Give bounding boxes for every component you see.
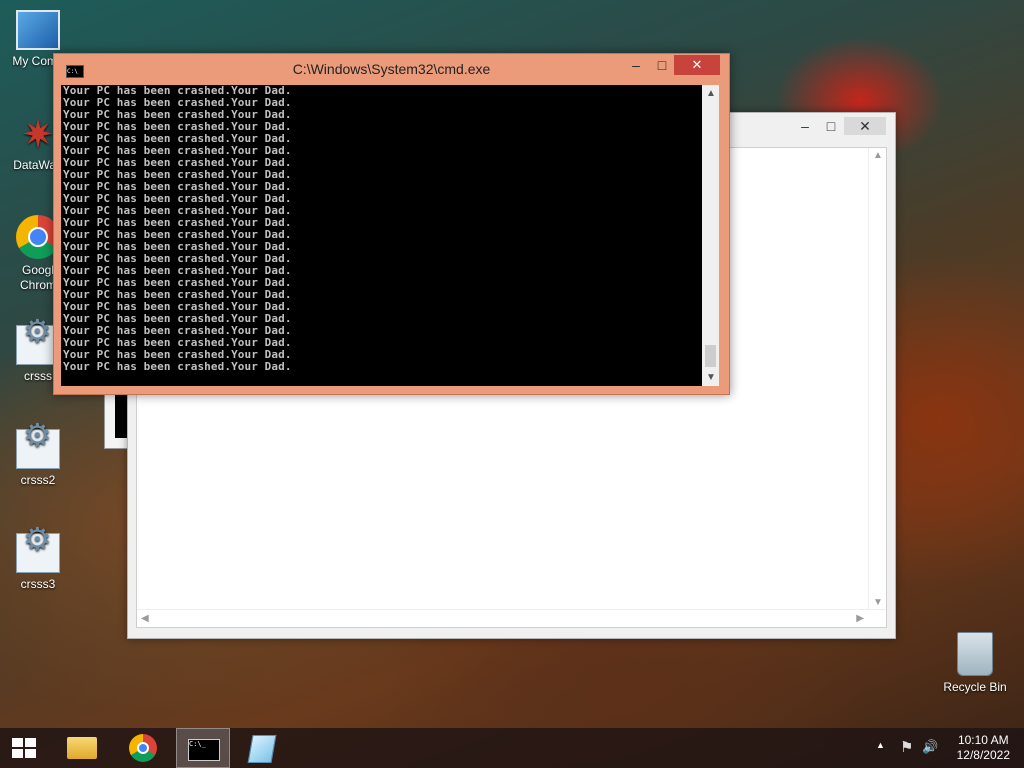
action-center-flag-icon[interactable]: ⚑ <box>900 738 913 756</box>
taskbar-file-explorer[interactable] <box>54 728 108 768</box>
maximize-button[interactable]: □ <box>818 117 844 135</box>
desktop-icon-crsss2[interactable]: crsss2 <box>0 428 76 488</box>
console-line: Your PC has been crashed.Your Dad. <box>63 360 292 373</box>
taskbar-notepad[interactable] <box>236 728 290 768</box>
close-button[interactable]: ✕ <box>674 55 720 75</box>
clock-date: 12/8/2022 <box>956 748 1010 762</box>
close-button[interactable]: ✕ <box>844 117 886 135</box>
file-explorer-icon <box>67 737 97 759</box>
vertical-scrollbar[interactable]: ▲ ▼ <box>868 148 886 610</box>
volume-icon[interactable]: 🔊 <box>922 739 938 755</box>
datawag-icon: ✷ <box>21 113 55 157</box>
desktop-icon-label: crsss <box>24 369 52 383</box>
console-output[interactable]: Your PC has been crashed.Your Dad. Your P… <box>61 85 702 386</box>
desktop-icon-recycle-bin[interactable]: Recycle Bin <box>936 632 1014 695</box>
scroll-down-icon[interactable]: ▼ <box>873 597 883 608</box>
clock[interactable]: 10:10 AM 12/8/2022 <box>957 733 1010 763</box>
taskbar-chrome[interactable] <box>116 728 170 768</box>
minimize-button[interactable]: – <box>792 117 818 135</box>
start-button[interactable] <box>0 728 48 768</box>
scroll-left-icon[interactable]: ◀ <box>141 613 149 624</box>
recycle-bin-icon <box>957 632 993 676</box>
notepad-icon <box>247 735 277 763</box>
desktop-icon-label: Recycle Bin <box>943 680 1007 694</box>
cmd-icon: C:\_ <box>188 739 220 761</box>
scroll-down-icon[interactable]: ▼ <box>706 372 716 383</box>
desktop-icon-label: crsss3 <box>20 577 56 591</box>
scroll-up-icon[interactable]: ▲ <box>706 88 716 99</box>
desktop-icon-label: crsss2 <box>20 473 56 487</box>
console-scrollbar[interactable]: ▲ ▼ <box>702 85 719 386</box>
show-hidden-icons-icon[interactable]: ▲ <box>876 740 885 750</box>
clock-time: 10:10 AM <box>957 733 1009 747</box>
taskbar-cmd[interactable]: C:\_ <box>176 728 230 768</box>
windows-start-icon <box>12 738 36 758</box>
computer-icon <box>16 10 60 50</box>
horizontal-scrollbar[interactable]: ◀ ▶ <box>137 609 886 627</box>
scrollbar-thumb[interactable] <box>705 345 716 367</box>
cmd-window[interactable]: C:\ C:\Windows\System32\cmd.exe – □ ✕ Yo… <box>53 53 730 395</box>
minimize-button[interactable]: – <box>622 55 650 75</box>
maximize-button[interactable]: □ <box>648 55 676 75</box>
gear-icon <box>16 428 60 469</box>
cmd-titlebar[interactable]: C:\ C:\Windows\System32\cmd.exe – □ ✕ <box>54 54 729 84</box>
scroll-right-icon[interactable]: ▶ <box>856 613 864 624</box>
taskbar: C:\_ ▲ ⚑ 🔊 10:10 AM 12/8/2022 <box>0 728 1024 768</box>
gear-icon <box>16 532 60 573</box>
desktop-icon-crsss3[interactable]: crsss3 <box>0 532 76 592</box>
scroll-up-icon[interactable]: ▲ <box>873 150 883 161</box>
chrome-icon <box>129 734 157 762</box>
